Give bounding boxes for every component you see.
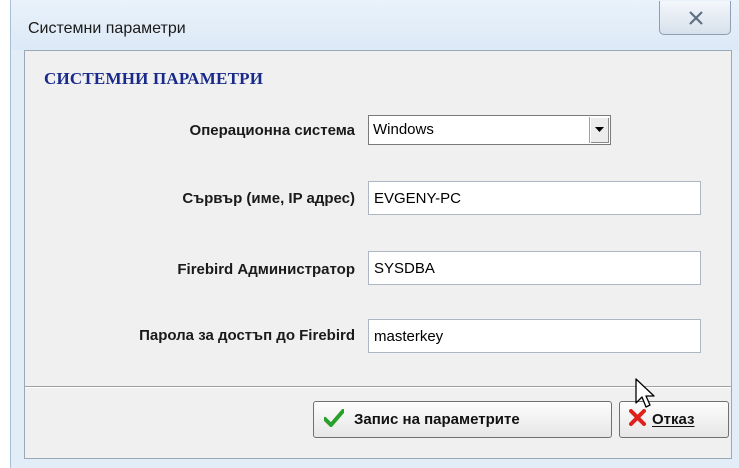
checkmark-icon [323, 408, 345, 431]
cancel-button-label: Отказ [652, 411, 695, 428]
title-bar[interactable]: Системни параметри [11, 0, 739, 50]
chevron-down-icon [595, 127, 604, 132]
section-heading: СИСТЕМНИ ПАРАМЕТРИ [44, 69, 264, 88]
admin-label: Firebird Администратор [177, 261, 355, 278]
server-input[interactable]: EVGENY-PC [368, 181, 701, 215]
server-label: Сървър (име, IP адрес) [182, 190, 355, 207]
os-label: Операционна система [189, 122, 355, 139]
os-select[interactable]: Windows [368, 115, 611, 145]
os-selected-value: Windows [373, 121, 434, 138]
password-input[interactable]: masterkey [368, 319, 701, 353]
save-button-label: Запис на параметрите [354, 411, 520, 428]
dialog-client: СИСТЕМНИ ПАРАМЕТРИ Операционна система W… [24, 50, 732, 459]
parameters-panel: СИСТЕМНИ ПАРАМЕТРИ Операционна система W… [25, 51, 731, 387]
x-icon [629, 409, 646, 430]
admin-input[interactable]: SYSDBA [368, 251, 701, 285]
close-icon [689, 11, 703, 25]
password-label: Парола за достъп до Firebird [139, 327, 355, 344]
mouse-cursor-icon [635, 378, 655, 408]
window-title: Системни параметри [28, 20, 186, 37]
save-parameters-button[interactable]: Запис на параметрите [313, 401, 612, 438]
close-button[interactable] [659, 1, 731, 35]
dialog-window: Системни параметри СИСТЕМНИ ПАРАМЕТРИ Оп… [10, 0, 739, 468]
os-dropdown-button[interactable] [589, 117, 609, 143]
